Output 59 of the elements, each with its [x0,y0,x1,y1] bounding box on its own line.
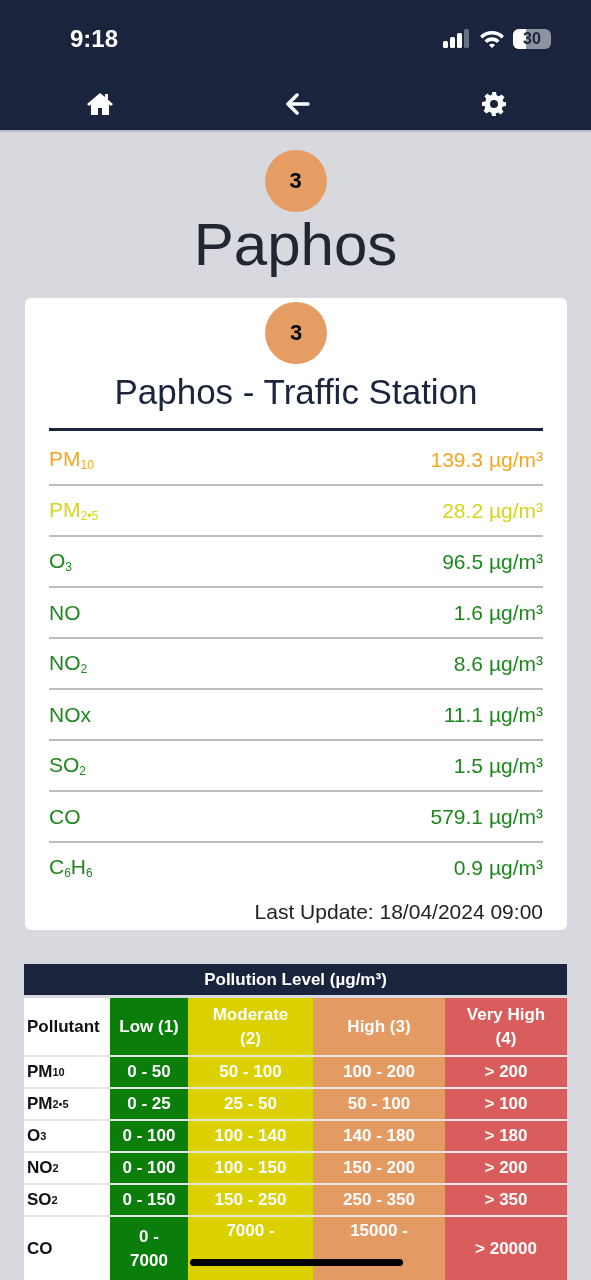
pollutant-name: NOx [49,702,91,727]
pollutant-name: PM$_{10}$ [49,447,94,472]
home-button[interactable] [86,92,114,116]
table-cell: 0 - 7000 [110,1217,188,1280]
pollutant-name: CO [49,804,81,829]
table-cell: 100 - 140 [188,1121,313,1151]
table-cell: 50 - 100 [188,1057,313,1087]
table-cell: 150 - 200 [313,1153,445,1183]
table-cell: > 200 [445,1153,567,1183]
pollutant-name: NO$_{2}$ [49,651,88,676]
pollutant-name: NO [49,600,81,625]
table-cell: 50 - 100 [313,1089,445,1119]
pollutant-value: 579.1 µg/m³ [430,804,543,829]
table-cell: 0 - 25 [110,1089,188,1119]
column-header: Moderate (2) [188,998,313,1055]
table-cell: 100 - 200 [313,1057,445,1087]
pollutant-value: 1.6 µg/m³ [453,600,543,625]
pollutant-value: 139.3 µg/m³ [430,447,543,472]
city-name: Paphos [193,210,398,280]
back-button[interactable] [286,93,310,115]
table-cell: > 200 [445,1057,567,1087]
column-header: High (3) [313,998,445,1055]
pollutant-value: 1.5 µg/m³ [453,753,543,778]
pollutant-value: 8.6 µg/m³ [453,651,543,676]
column-header: Low (1) [110,998,188,1055]
pollutant-name: O$_{3}$ [49,549,73,574]
last-update: Last Update: 18/04/2024 09:00 [254,900,543,924]
table-cell: 100 - 150 [188,1153,313,1183]
pollutant-value: 28.2 µg/m³ [442,498,543,523]
table-cell: > 180 [445,1121,567,1151]
status-time: 9:18 [70,25,119,53]
pollutant-value: 96.5 µg/m³ [442,549,543,574]
table-cell: CO [24,1217,110,1280]
table-cell: 0 - 150 [110,1185,188,1215]
table-cell: 250 - 350 [313,1185,445,1215]
table-cell: 0 - 100 [110,1121,188,1151]
pollutant-name: C$_{6}$H$_{6}$ [49,855,93,880]
table-cell: 140 - 180 [313,1121,445,1151]
table-cell: > 350 [445,1185,567,1215]
table-cell: 15000 - [313,1217,445,1280]
signal-icon [443,29,471,49]
table-cell: 0 - 100 [110,1153,188,1183]
level-badge: 3 [265,302,327,364]
station-name: Paphos - Traffic Station [114,371,478,413]
settings-button[interactable] [482,92,506,116]
pollutant-value: 0.9 µg/m³ [453,855,543,880]
pollutant-name: SO$_{2}$ [49,753,87,778]
table-cell: 150 - 250 [188,1185,313,1215]
pollutant-name: PM$_{2•5}$ [49,498,99,523]
table-cell: > 20000 [445,1217,567,1280]
column-header: Pollutant [24,998,110,1055]
column-header: Very High (4) [445,998,567,1055]
pollutant-value: 11.1 µg/m³ [443,702,543,727]
level-badge: 3 [264,150,327,212]
table-cell: 0 - 50 [110,1057,188,1087]
wifi-icon [479,29,505,49]
table-title: Pollution Level (µg/m³) [24,964,567,995]
table-cell: > 100 [445,1089,567,1119]
table-cell: 25 - 50 [188,1089,313,1119]
